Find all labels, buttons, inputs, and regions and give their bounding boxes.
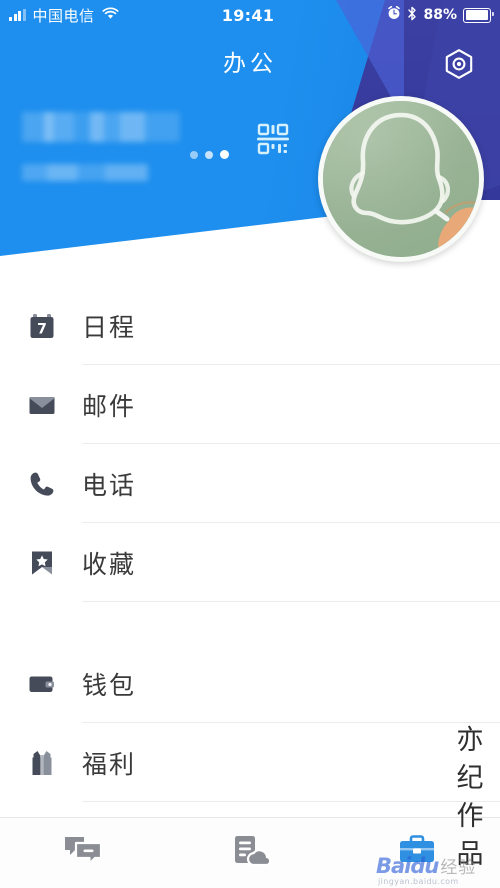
status-bar-right: 88% bbox=[387, 5, 494, 25]
avatar[interactable] bbox=[318, 96, 484, 262]
subtitle-redacted bbox=[22, 164, 148, 181]
baidu-url-label: jingyan.baidu.com bbox=[378, 877, 459, 886]
chat-bubbles-icon bbox=[61, 833, 105, 873]
wallet-icon bbox=[25, 669, 59, 699]
status-bar: 中国电信 19:41 88% bbox=[0, 0, 500, 30]
baidu-brand-label: Baidu bbox=[376, 853, 439, 878]
menu-item-label: 收藏 bbox=[82, 549, 137, 579]
username-redacted bbox=[22, 112, 180, 142]
app-screen: 中国电信 19:41 88% 办公 7 日程 邮件 电话 收藏 钱包 福利 亦 … bbox=[0, 0, 500, 888]
tab-messages[interactable] bbox=[0, 818, 167, 888]
phone-icon bbox=[25, 469, 59, 499]
menu-item-label: 日程 bbox=[82, 312, 137, 342]
menu-section-gap bbox=[0, 602, 500, 644]
menu-item-label: 钱包 bbox=[82, 670, 137, 700]
list-divider bbox=[82, 801, 500, 802]
menu-item-favorites[interactable]: 收藏 bbox=[0, 523, 500, 602]
wifi-icon bbox=[101, 6, 119, 24]
profile-block[interactable] bbox=[22, 112, 229, 181]
list-divider bbox=[82, 601, 500, 602]
watermark-char: 纪 bbox=[456, 763, 484, 794]
chalk-penguin-drawing bbox=[349, 112, 479, 257]
page-title: 办公 bbox=[223, 51, 277, 77]
baidu-watermark: Baidu 经验 bbox=[376, 853, 477, 879]
carrier-label: 中国电信 bbox=[32, 6, 95, 25]
qr-code-icon[interactable] bbox=[256, 122, 290, 156]
envelope-icon bbox=[25, 390, 59, 420]
menu-item-wallet[interactable]: 钱包 bbox=[0, 644, 500, 723]
author-watermark: 亦 纪 作 品 bbox=[448, 722, 492, 874]
menu-item-label: 邮件 bbox=[82, 391, 137, 421]
hexagon-settings-icon[interactable] bbox=[440, 46, 478, 84]
clock-label: 19:41 bbox=[221, 5, 275, 25]
menu-item-label: 福利 bbox=[82, 749, 137, 779]
hand-with-chalk bbox=[433, 201, 479, 257]
gift-icon bbox=[25, 748, 59, 778]
document-cloud-icon bbox=[229, 833, 272, 873]
alarm-clock-icon bbox=[387, 5, 401, 24]
menu-item-label: 电话 bbox=[82, 470, 137, 500]
baidu-suffix-label: 经验 bbox=[440, 858, 477, 878]
menu-item-benefits[interactable]: 福利 bbox=[0, 723, 500, 802]
watermark-char: 亦 bbox=[456, 725, 484, 756]
calendar-day-number: 7 bbox=[37, 321, 47, 337]
menu-list: 7 日程 邮件 电话 收藏 钱包 福利 bbox=[0, 286, 500, 802]
tab-documents[interactable] bbox=[167, 818, 334, 888]
bluetooth-icon bbox=[407, 6, 417, 25]
bookmark-star-icon bbox=[25, 548, 59, 578]
loading-dots bbox=[190, 150, 229, 159]
menu-item-schedule[interactable]: 7 日程 bbox=[0, 286, 500, 365]
watermark-char: 作 bbox=[456, 801, 484, 832]
calendar-icon: 7 bbox=[25, 311, 59, 341]
battery-icon bbox=[463, 7, 494, 23]
battery-percent-label: 88% bbox=[423, 7, 457, 23]
menu-item-mail[interactable]: 邮件 bbox=[0, 365, 500, 444]
menu-item-phone[interactable]: 电话 bbox=[0, 444, 500, 523]
signal-bars-icon bbox=[9, 9, 26, 21]
status-bar-left: 中国电信 bbox=[9, 5, 119, 26]
